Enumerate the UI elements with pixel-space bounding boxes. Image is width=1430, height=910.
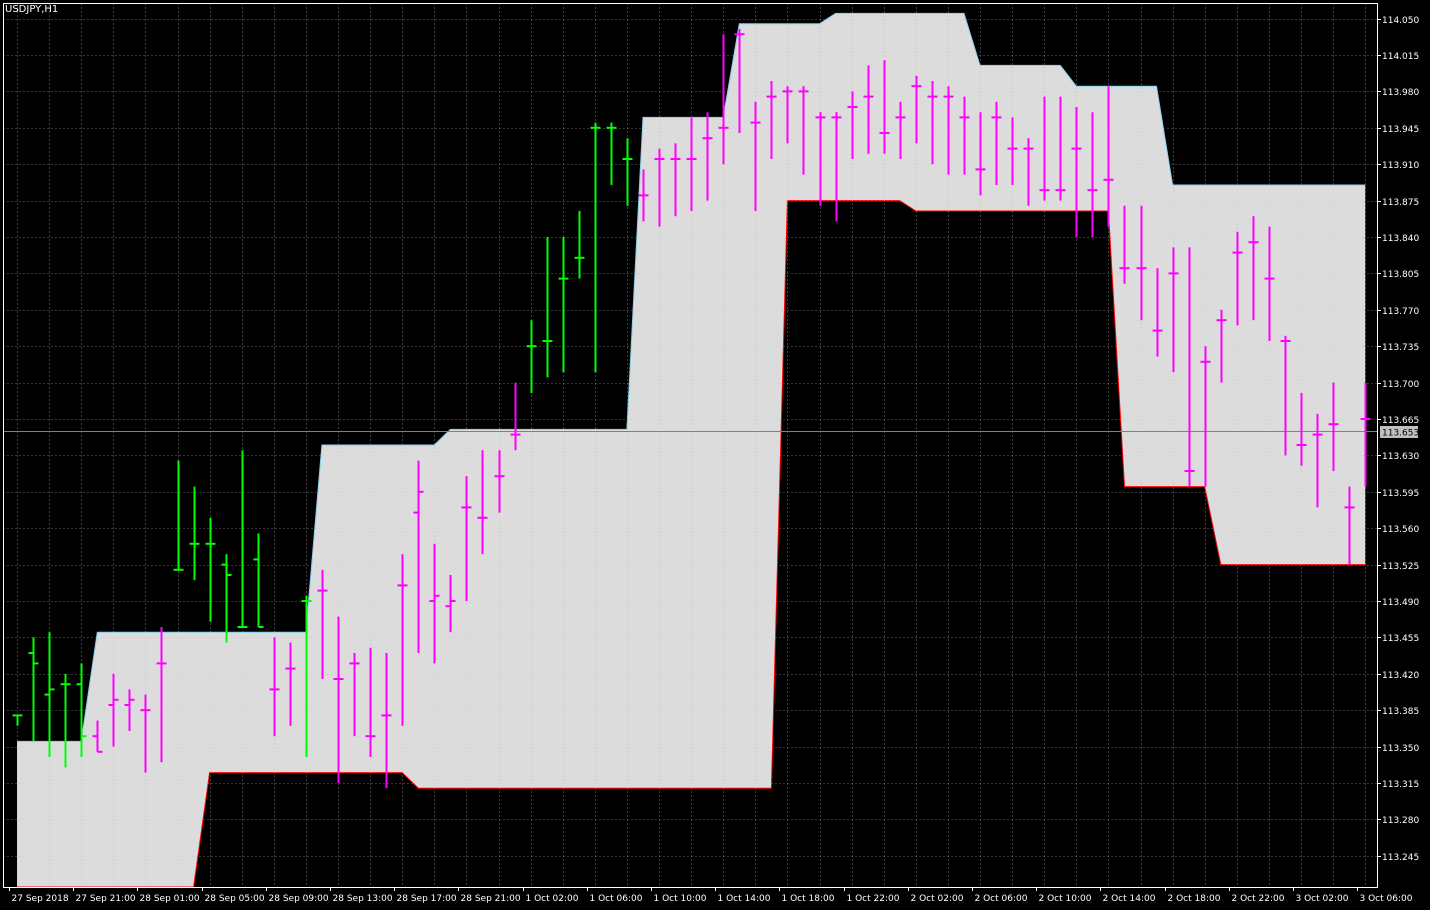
- y-tick-label: 113.350: [1382, 744, 1419, 754]
- x-tick-label: 1 Oct 18:00: [782, 894, 835, 904]
- x-tick-label: 3 Oct 02:00: [1296, 894, 1349, 904]
- y-tick-label: 113.595: [1382, 489, 1419, 499]
- x-tick-label: 1 Oct 22:00: [847, 894, 900, 904]
- x-tick-label: 28 Sep 13:00: [333, 894, 393, 904]
- x-tick-label: 2 Oct 06:00: [975, 894, 1028, 904]
- x-tick-label: 1 Oct 14:00: [718, 894, 771, 904]
- y-tick-label: 113.385: [1382, 707, 1419, 717]
- x-tick-label: 27 Sep 21:00: [76, 894, 136, 904]
- y-tick-label: 113.840: [1382, 234, 1419, 244]
- y-tick-label: 113.280: [1382, 816, 1419, 826]
- y-tick-label: 113.770: [1382, 307, 1419, 317]
- x-tick-label: 2 Oct 02:00: [911, 894, 964, 904]
- x-tick-label: 28 Sep 21:00: [461, 894, 521, 904]
- x-tick-label: 28 Sep 05:00: [205, 894, 265, 904]
- current-price-tag: 113.653: [1380, 426, 1419, 439]
- y-tick-label: 113.805: [1382, 270, 1419, 280]
- y-tick-label: 113.980: [1382, 88, 1419, 98]
- x-tick-label: 2 Oct 14:00: [1103, 894, 1156, 904]
- y-tick-label: 113.945: [1382, 125, 1419, 135]
- y-tick-label: 113.490: [1382, 598, 1419, 608]
- x-tick-label: 1 Oct 10:00: [654, 894, 707, 904]
- x-tick-label: 2 Oct 18:00: [1168, 894, 1221, 904]
- x-tick-label: 2 Oct 10:00: [1039, 894, 1092, 904]
- y-tick-label: 113.420: [1382, 671, 1419, 681]
- price-chart[interactable]: 114.050 114.015 113.980 113.945 113.910 113.8…: [0, 0, 1430, 910]
- y-tick-label: 113.910: [1382, 161, 1419, 171]
- x-tick-label: 3 Oct 06:00: [1360, 894, 1413, 904]
- symbol-label: USDJPY,H1: [5, 4, 58, 15]
- x-tick-label: 1 Oct 06:00: [590, 894, 643, 904]
- y-tick-label: 113.245: [1382, 853, 1419, 863]
- y-tick-label: 113.665: [1382, 416, 1419, 426]
- y-tick-label: 113.875: [1382, 198, 1419, 208]
- x-tick-label: 2 Oct 22:00: [1232, 894, 1285, 904]
- current-price-tag-text: 113.653: [1382, 429, 1419, 439]
- y-tick-label: 113.315: [1382, 780, 1419, 790]
- y-tick-label: 113.525: [1382, 562, 1419, 572]
- x-tick-label: 27 Sep 2018: [12, 894, 69, 904]
- y-tick-label: 113.735: [1382, 343, 1419, 353]
- x-tick-label: 28 Sep 17:00: [397, 894, 457, 904]
- x-tick-label: 28 Sep 01:00: [140, 894, 200, 904]
- y-tick-label: 114.015: [1382, 52, 1419, 62]
- x-tick-label: 28 Sep 09:00: [269, 894, 329, 904]
- x-tick-label: 1 Oct 02:00: [526, 894, 579, 904]
- y-tick-label: 113.700: [1382, 380, 1419, 390]
- y-tick-label: 113.455: [1382, 634, 1419, 644]
- y-tick-label: 113.560: [1382, 525, 1419, 535]
- y-tick-label: 113.630: [1382, 452, 1419, 462]
- y-tick-label: 114.050: [1382, 16, 1419, 26]
